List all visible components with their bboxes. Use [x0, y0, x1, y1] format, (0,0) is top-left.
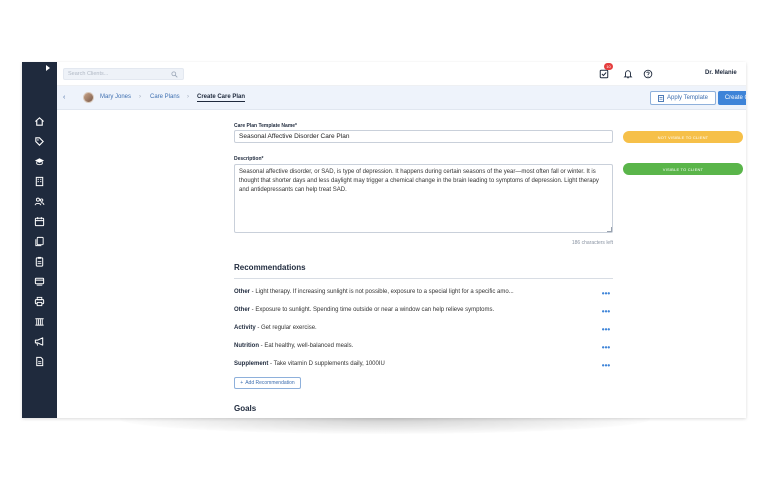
- graduation-cap-icon[interactable]: [34, 156, 45, 167]
- characters-left: 186 characters left: [571, 240, 613, 246]
- breadcrumb-separator: ›: [187, 94, 189, 100]
- avatar: [83, 92, 94, 103]
- breadcrumb-bar: ‹ Mary Jones › Care Plans › Create Care …: [57, 86, 746, 110]
- search-icon[interactable]: [171, 71, 178, 78]
- file-icon[interactable]: [34, 356, 45, 367]
- top-bar: 10 Dr. Melanie: [57, 62, 746, 86]
- recommendation-text: - Exposure to sunlight. Spending time ou…: [250, 307, 495, 313]
- breadcrumb-care-plans[interactable]: Care Plans: [150, 94, 180, 100]
- billing-icon[interactable]: [34, 276, 45, 287]
- recommendation-type: Other: [234, 307, 251, 313]
- bell-icon[interactable]: [623, 69, 633, 79]
- list-item: Nutrition - Eat healthy, well-balanced m…: [234, 343, 613, 352]
- list-item: Other - Light therapy. If increasing sun…: [234, 289, 613, 298]
- user-name[interactable]: Dr. Melanie: [705, 70, 737, 76]
- tasks-icon[interactable]: [599, 69, 609, 79]
- description-label: Description*: [234, 156, 264, 162]
- more-options-icon[interactable]: •••: [600, 326, 612, 334]
- client-search: [63, 68, 184, 80]
- help-icon[interactable]: [643, 69, 653, 79]
- recommendation-text: - Light therapy. If increasing sunlight …: [250, 289, 514, 295]
- visible-to-client-toggle[interactable]: VISIBLE TO CLIENT: [623, 163, 743, 175]
- create-care-plan-button[interactable]: Create Care Plan: [718, 91, 746, 105]
- home-icon[interactable]: [34, 116, 45, 127]
- apply-template-label: Apply Template: [667, 95, 708, 101]
- recommendation-type: Other: [234, 289, 251, 295]
- recommendation-text: - Take vitamin D supplements daily, 1000…: [268, 361, 385, 367]
- recommendation-type: Supplement: [234, 361, 269, 367]
- clients-icon[interactable]: [34, 196, 45, 207]
- template-name-input[interactable]: Seasonal Affective Disorder Care Plan: [234, 130, 613, 143]
- breadcrumb-separator: ›: [139, 94, 141, 100]
- textarea-resize-handle[interactable]: [607, 227, 612, 232]
- list-item: Supplement - Take vitamin D supplements …: [234, 361, 613, 370]
- description-textarea[interactable]: Seasonal affective disorder, or SAD, is …: [234, 164, 613, 233]
- recommendation-type: Nutrition: [234, 343, 259, 349]
- more-options-icon[interactable]: •••: [600, 362, 612, 370]
- documents-icon[interactable]: [34, 236, 45, 247]
- app-window: 10 Dr. Melanie ‹ Mary Jones › Care Plans…: [22, 62, 746, 418]
- tasks-count-badge: 10: [604, 63, 613, 70]
- breadcrumb-client[interactable]: Mary Jones: [100, 94, 131, 100]
- tag-icon[interactable]: [34, 136, 45, 147]
- breadcrumb-current: Create Care Plan: [197, 94, 246, 102]
- not-visible-to-client-toggle[interactable]: NOT VISIBLE TO CLIENT: [623, 131, 743, 143]
- section-divider: [234, 278, 613, 279]
- apply-template-button[interactable]: Apply Template: [650, 91, 716, 105]
- more-options-icon[interactable]: •••: [600, 308, 612, 316]
- more-options-icon[interactable]: •••: [600, 290, 612, 298]
- plus-icon: +: [240, 380, 244, 386]
- printer-icon[interactable]: [34, 296, 45, 307]
- back-chevron-icon[interactable]: ‹: [63, 94, 65, 101]
- more-options-icon[interactable]: •••: [600, 344, 612, 352]
- recommendations-title: Recommendations: [234, 263, 306, 272]
- sidebar-expand-icon[interactable]: [46, 65, 50, 71]
- template-name-label: Care Plan Template Name*: [234, 123, 297, 129]
- add-recommendation-button[interactable]: + Add Recommendation: [234, 377, 301, 389]
- building-icon[interactable]: [34, 176, 45, 187]
- goals-title: Goals: [234, 404, 257, 413]
- list-item: Other - Exposure to sunlight. Spending t…: [234, 307, 613, 316]
- stage: 10 Dr. Melanie ‹ Mary Jones › Care Plans…: [0, 0, 768, 480]
- template-icon: [658, 94, 664, 102]
- calendar-icon[interactable]: [34, 216, 45, 227]
- library-icon[interactable]: [34, 316, 45, 327]
- recommendation-text: - Eat healthy, well-balanced meals.: [259, 343, 354, 349]
- sidebar: [22, 62, 57, 418]
- clipboard-icon[interactable]: [34, 256, 45, 267]
- recommendation-type: Activity: [234, 325, 256, 331]
- recommendation-text: - Get regular exercise.: [255, 325, 317, 331]
- list-item: Activity - Get regular exercise.: [234, 325, 613, 334]
- search-input[interactable]: [68, 69, 168, 79]
- add-recommendation-label: Add Recommendation: [245, 380, 295, 386]
- megaphone-icon[interactable]: [34, 336, 45, 347]
- care-plan-form: Care Plan Template Name* Seasonal Affect…: [57, 110, 746, 418]
